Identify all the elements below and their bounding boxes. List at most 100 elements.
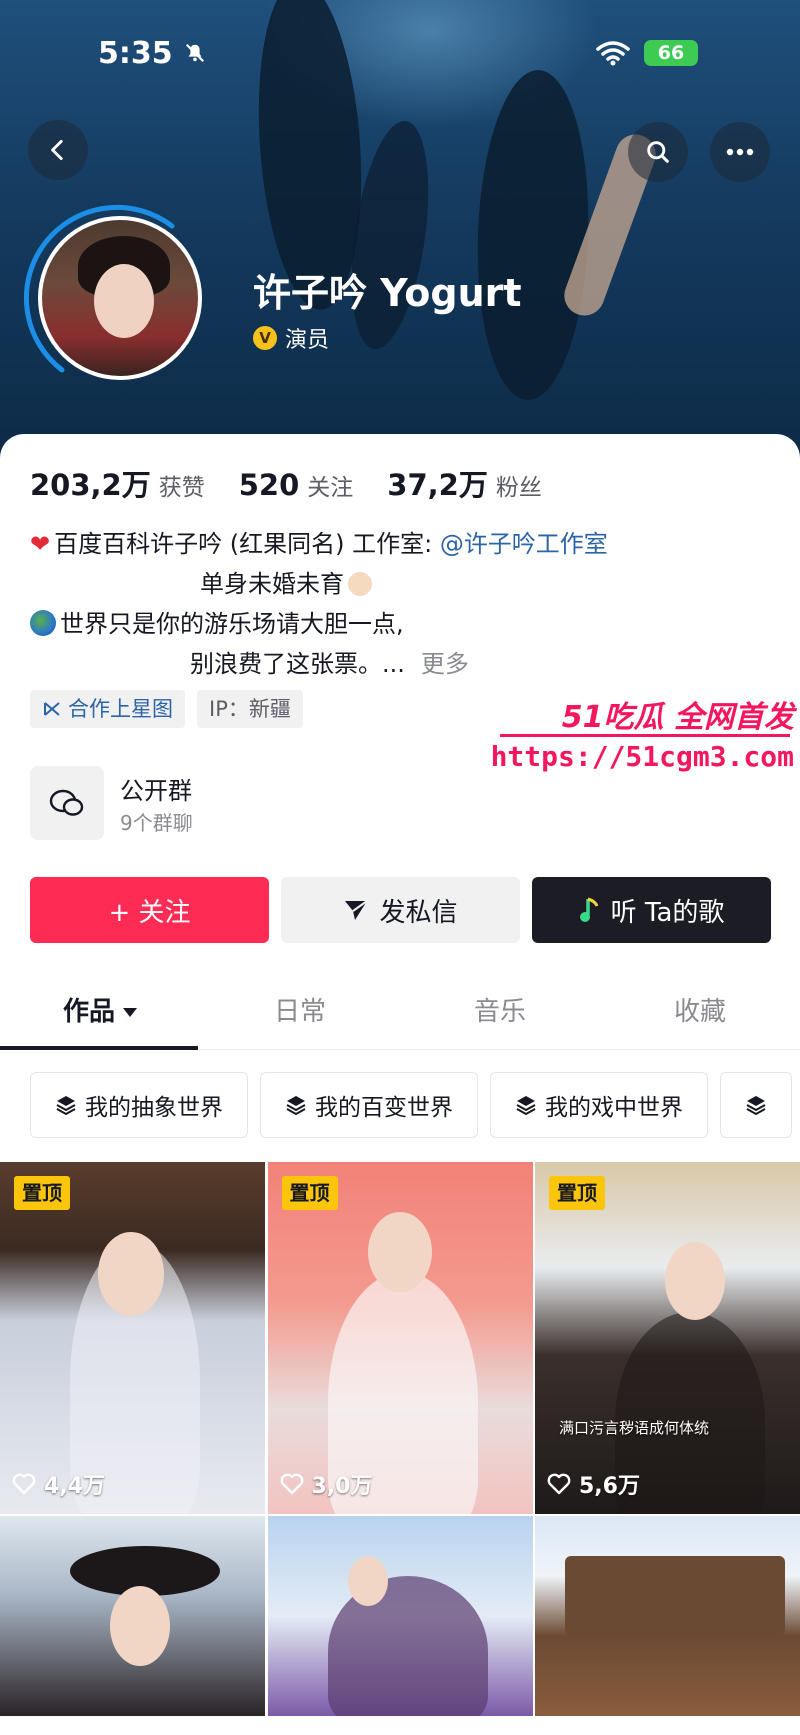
listen-songs-button[interactable]: 听 Ta的歌: [532, 877, 771, 943]
status-time: 5:35: [98, 36, 173, 71]
more-options-button[interactable]: [710, 122, 770, 182]
layers-icon: [516, 1096, 536, 1116]
tab-favorites[interactable]: 收藏: [600, 975, 800, 1049]
heart-emoji-icon: ❤: [30, 530, 51, 558]
layers-icon: [56, 1096, 76, 1116]
video-thumbnail[interactable]: 置顶 3,0万: [267, 1162, 533, 1514]
profile-tags: 合作上星图 IP：新疆: [30, 690, 303, 728]
public-group-entry[interactable]: 公开群 9个群聊: [30, 766, 193, 840]
tab-daily-label: 日常: [273, 997, 326, 1027]
video-likes: 5,6万: [547, 1468, 640, 1500]
collection-chip-label: 我的百变世界: [315, 1095, 453, 1121]
thumbnail-figure: [327, 1576, 488, 1716]
group-subtitle: 9个群聊: [120, 810, 193, 835]
pinned-badge: 置顶: [281, 1176, 338, 1210]
layers-icon: [746, 1096, 766, 1116]
caret-down-icon: [123, 1008, 137, 1017]
heart-outline-icon: [280, 1473, 303, 1495]
video-caption: 满口污言秽语成何体统: [559, 1419, 710, 1437]
video-likes: 4,4万: [12, 1468, 105, 1500]
profile-stats: 203,2万 获赞 520 关注 37,2万 粉丝: [30, 462, 576, 504]
studio-mention-link[interactable]: @许子吟工作室: [440, 530, 608, 558]
thumbnail-face: [367, 1212, 432, 1292]
video-thumbnail[interactable]: 置顶 满口污言秽语成何体统 5,6万: [535, 1162, 800, 1514]
bio-more-link[interactable]: 更多: [421, 650, 469, 678]
search-icon: [647, 141, 669, 163]
following-label: 关注: [307, 475, 354, 501]
bio-line-2: 单身未婚未育: [200, 570, 344, 598]
pinned-badge: 置顶: [549, 1176, 605, 1210]
ok-hand-emoji-icon: [348, 572, 372, 596]
thumbnail-face: [98, 1232, 164, 1316]
verification: V 演员: [253, 322, 329, 354]
content-tabs: 作品 日常 音乐 收藏: [0, 975, 800, 1050]
message-button[interactable]: 发私信: [281, 877, 520, 943]
watermark-overlay: 51吃瓜 全网首发 https://51cgm3.com: [491, 692, 800, 792]
thumbnail-cabin: [565, 1556, 785, 1636]
tab-music-label: 音乐: [473, 997, 526, 1027]
watermark-divider: [500, 734, 790, 737]
bio-line-4: 别浪费了这张票。...: [190, 650, 405, 678]
profile-name: 许子吟 Yogurt: [253, 271, 522, 315]
follow-button-label: + 关注: [108, 897, 191, 928]
collection-chip[interactable]: 我的抽象世界: [30, 1072, 248, 1138]
following-count[interactable]: 520: [239, 468, 300, 502]
cooperate-tag[interactable]: 合作上星图: [30, 690, 185, 728]
video-thumbnail[interactable]: [0, 1516, 265, 1716]
followers-count[interactable]: 37,2万: [387, 462, 488, 504]
tab-daily[interactable]: 日常: [200, 975, 400, 1049]
tab-favorites-label: 收藏: [673, 997, 726, 1027]
heart-outline-icon: [12, 1473, 36, 1495]
followers-label: 粉丝: [495, 475, 542, 501]
collection-chip[interactable]: 我的戏中世界: [490, 1072, 708, 1138]
likes-label: 获赞: [158, 475, 205, 501]
send-icon: [345, 900, 369, 920]
pinned-badge: 置顶: [14, 1176, 70, 1210]
group-title: 公开群: [120, 776, 192, 805]
battery-icon: 66: [644, 40, 698, 66]
video-likes-count: 4,4万: [44, 1474, 105, 1499]
message-button-label: 发私信: [379, 897, 458, 928]
thumbnail-face: [347, 1556, 388, 1606]
status-bar: 5:35 66: [0, 0, 800, 110]
collection-chip[interactable]: 我的百变世界: [260, 1072, 478, 1138]
watermark-url: https://51cgm3.com: [490, 740, 794, 773]
search-button[interactable]: [628, 122, 688, 182]
collection-chips: 我的抽象世界 我的百变世界 我的戏中世界: [30, 1072, 792, 1138]
video-thumbnail[interactable]: 置顶 4,4万: [0, 1162, 265, 1514]
video-grid: 置顶 4,4万 置顶 3,0万 置顶 满口污言秽语成何体统 5,6万: [0, 1162, 800, 1716]
banner-whale: [472, 68, 594, 402]
likes-count[interactable]: 203,2万: [30, 462, 151, 504]
more-dots-icon: [726, 148, 754, 156]
tab-works-label: 作品: [62, 997, 115, 1027]
collection-chip-label: 我的抽象世界: [85, 1095, 223, 1121]
tab-music[interactable]: 音乐: [400, 975, 600, 1049]
collection-chip-partial[interactable]: [720, 1072, 792, 1138]
ip-location-tag: IP：新疆: [197, 690, 303, 728]
video-thumbnail[interactable]: [535, 1516, 800, 1716]
follow-button[interactable]: + 关注: [30, 877, 269, 943]
back-button[interactable]: [28, 120, 88, 180]
layers-icon: [286, 1096, 306, 1116]
heart-outline-icon: [547, 1473, 571, 1495]
globe-emoji-icon: [30, 610, 56, 636]
avatar[interactable]: [38, 216, 202, 380]
tab-works[interactable]: 作品: [0, 975, 200, 1050]
video-likes-count: 3,0万: [311, 1474, 373, 1499]
bio-line-3: 世界只是你的游乐场请大胆一点,: [60, 610, 404, 638]
bio-line-1: 百度百科许子吟 (红果同名) 工作室:: [54, 530, 440, 558]
wifi-icon: [596, 41, 630, 66]
cooperate-tag-label: 合作上星图: [68, 697, 173, 721]
verified-badge-icon: V: [253, 326, 277, 350]
verification-label: 演员: [285, 328, 330, 353]
collection-chip-label: 我的戏中世界: [545, 1095, 683, 1121]
avatar-face: [94, 264, 154, 338]
bio: ❤ 百度百科许子吟 (红果同名) 工作室: @许子吟工作室 单身未婚未育 世界只是…: [30, 524, 730, 684]
chevron-left-icon: [51, 139, 63, 161]
video-thumbnail[interactable]: [267, 1516, 533, 1716]
bell-muted-icon: [185, 43, 205, 63]
listen-songs-label: 听 Ta的歌: [610, 897, 725, 928]
star-map-icon: [44, 702, 60, 716]
thumbnail-face: [665, 1242, 725, 1320]
video-likes: 3,0万: [280, 1468, 373, 1500]
